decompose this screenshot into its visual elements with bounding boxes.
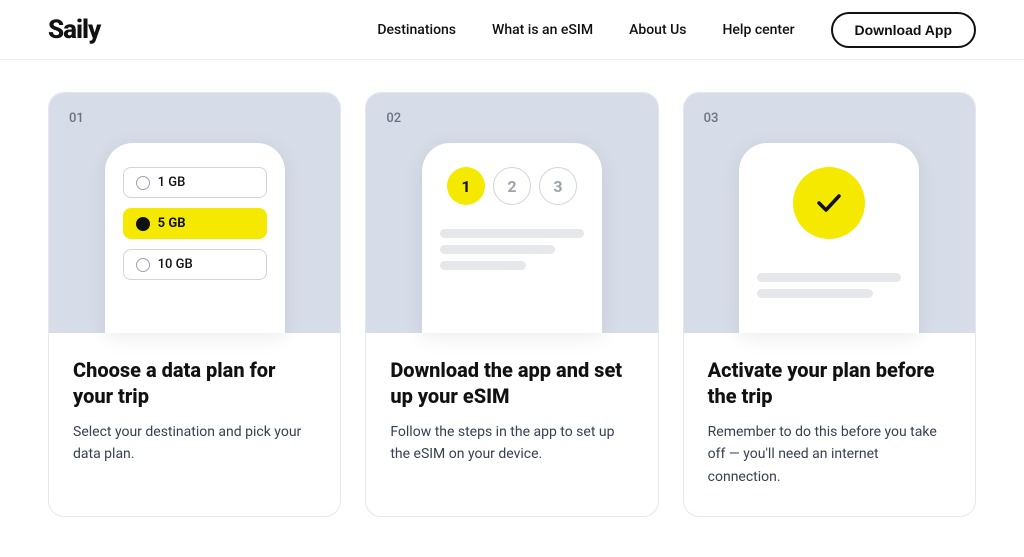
card-1-title: Choose a data plan for your trip (73, 357, 316, 409)
card-2-illustration: 02 1 2 3 (366, 93, 657, 333)
site-logo: Saily (48, 15, 100, 45)
phone-mockup-3 (739, 143, 919, 333)
line-3 (440, 261, 526, 270)
checkmark-circle (793, 167, 865, 239)
step-number-1: 01 (69, 111, 84, 126)
card-3-desc: Remember to do this before you take off … (708, 421, 951, 488)
card-2-lines (440, 229, 584, 270)
setup-steps-row: 1 2 3 (440, 167, 584, 205)
setup-step-1: 1 (447, 167, 485, 205)
card-3-lines (757, 273, 901, 298)
data-option-5gb[interactable]: 5 GB (123, 208, 267, 239)
nav-about-us[interactable]: About Us (629, 22, 686, 38)
radio-5gb (136, 217, 150, 231)
step-card-2: 02 1 2 3 (365, 92, 658, 517)
step-card-3: 03 Activate your plan before the trip Re… (683, 92, 976, 517)
step-card-1: 01 1 GB 5 GB 10 GB (48, 92, 341, 517)
setup-step-3: 3 (539, 167, 577, 205)
phone-mockup-2: 1 2 3 (422, 143, 602, 333)
radio-1gb (136, 176, 150, 190)
nav-help-center[interactable]: Help center (722, 22, 794, 38)
radio-10gb (136, 258, 150, 272)
line-1 (440, 229, 584, 238)
data-option-1gb[interactable]: 1 GB (123, 167, 267, 198)
step-number-2: 02 (386, 111, 401, 126)
card-2-desc: Follow the steps in the app to set up th… (390, 421, 633, 466)
card-2-title: Download the app and set up your eSIM (390, 357, 633, 409)
line-a (757, 273, 901, 282)
line-2 (440, 245, 555, 254)
steps-cards-row: 01 1 GB 5 GB 10 GB (48, 92, 976, 517)
main-nav: Destinations What is an eSIM About Us He… (377, 12, 976, 48)
site-header: Saily Destinations What is an eSIM About… (0, 0, 1024, 60)
line-b (757, 289, 872, 298)
check-icon (811, 185, 847, 221)
data-option-10gb[interactable]: 10 GB (123, 249, 267, 280)
phone-mockup-1: 1 GB 5 GB 10 GB (105, 143, 285, 333)
card-1-text: Choose a data plan for your trip Select … (49, 333, 340, 494)
main-content: 01 1 GB 5 GB 10 GB (0, 60, 1024, 557)
setup-step-2: 2 (493, 167, 531, 205)
nav-what-is-esim[interactable]: What is an eSIM (492, 22, 593, 38)
card-1-illustration: 01 1 GB 5 GB 10 GB (49, 93, 340, 333)
card-3-title: Activate your plan before the trip (708, 357, 951, 409)
download-app-button[interactable]: Download App (831, 12, 976, 48)
step-number-3: 03 (704, 111, 719, 126)
card-1-desc: Select your destination and pick your da… (73, 421, 316, 466)
nav-destinations[interactable]: Destinations (377, 22, 456, 38)
card-2-text: Download the app and set up your eSIM Fo… (366, 333, 657, 494)
card-3-text: Activate your plan before the trip Remem… (684, 333, 975, 516)
card-3-illustration: 03 (684, 93, 975, 333)
